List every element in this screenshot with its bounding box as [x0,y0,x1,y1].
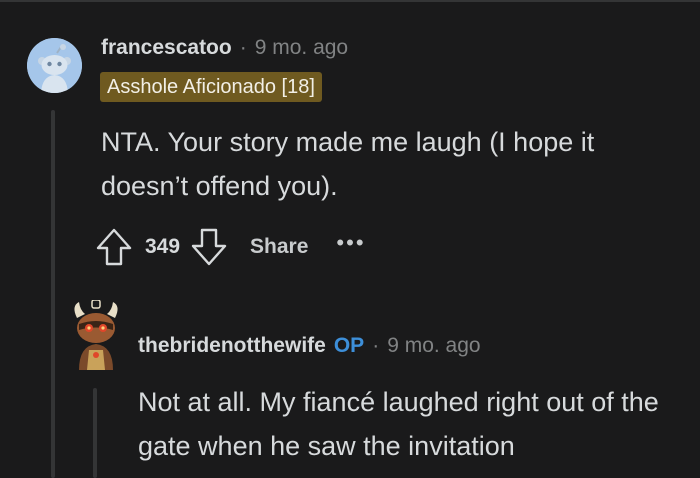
username[interactable]: thebridenotthewife [138,334,326,358]
meta-separator: · [372,334,380,357]
comment-actions: 349 Share ••• [95,226,366,268]
comment-meta: thebridenotthewife OP · 9 mo. ago [138,332,481,360]
snoo-avatar-icon [27,38,82,93]
thread-line[interactable] [51,110,55,478]
comment-meta: francescatoo · 9 mo. ago [101,34,348,62]
share-button[interactable]: Share [250,235,308,259]
more-options-button[interactable]: ••• [336,230,365,256]
vote-score: 349 [145,235,181,258]
custom-snoo-avatar-icon [74,299,118,370]
downvote-button[interactable] [190,227,228,267]
comment-body: Not at all. My fiancé laughed right out … [138,387,659,461]
user-avatar[interactable] [67,299,125,370]
top-divider [0,0,700,2]
ellipsis-icon: ••• [336,230,366,255]
thread-line[interactable] [93,388,97,478]
timestamp[interactable]: 9 mo. ago [387,334,480,358]
user-flair: Asshole Aficionado [18] [100,72,322,102]
username[interactable]: francescatoo [101,36,232,60]
upvote-button[interactable] [95,227,133,267]
op-badge: OP [333,334,365,357]
user-avatar[interactable] [27,38,82,93]
meta-separator: · [239,36,247,59]
comment-body: NTA. Your story made me laugh (I hope it… [101,127,595,201]
arrow-up-outline-icon [96,228,132,266]
timestamp[interactable]: 9 mo. ago [255,36,348,60]
arrow-down-outline-icon [191,228,227,266]
